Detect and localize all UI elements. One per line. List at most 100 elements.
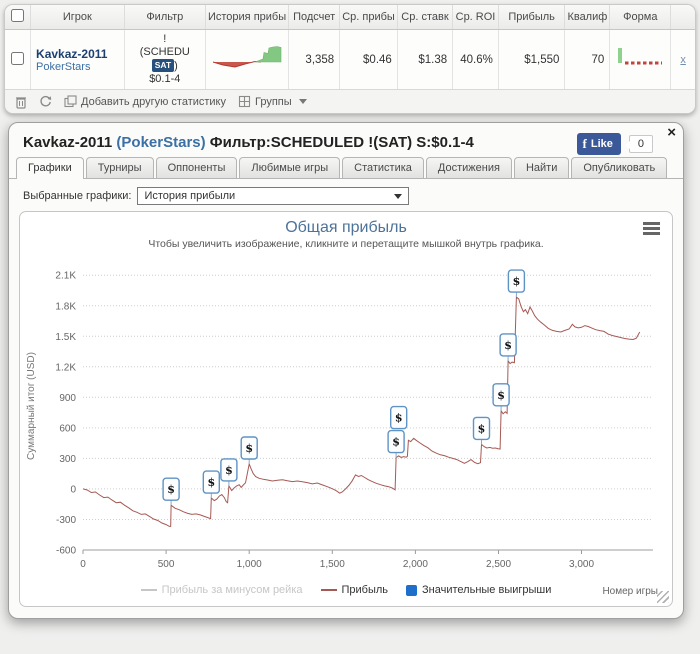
groups-caret-icon bbox=[299, 99, 307, 104]
player-name-link[interactable]: Kavkaz-2011 bbox=[36, 47, 119, 61]
svg-text:1.2K: 1.2K bbox=[55, 362, 76, 373]
tab-opponents[interactable]: Оппоненты bbox=[156, 157, 238, 178]
legend-item[interactable]: Прибыль bbox=[321, 584, 389, 596]
svg-text:1,500: 1,500 bbox=[320, 559, 345, 570]
table-header-row: Игрок Фильтр История прибы Подсчет Ср. п… bbox=[5, 5, 695, 30]
avg-roi-cell: 40.6% bbox=[453, 30, 499, 90]
svg-text:$: $ bbox=[167, 483, 175, 496]
add-statistic-icon bbox=[64, 95, 77, 108]
svg-text:$: $ bbox=[478, 422, 486, 435]
legend-square-swatch bbox=[406, 585, 417, 596]
svg-text:0: 0 bbox=[70, 484, 76, 495]
col-form[interactable]: Форма bbox=[610, 5, 671, 30]
svg-text:$: $ bbox=[504, 339, 512, 352]
col-avg-roi[interactable]: Ср. ROI bbox=[453, 5, 499, 30]
legend-item[interactable]: Значительные выигрыши bbox=[406, 584, 551, 596]
refresh-icon bbox=[39, 95, 52, 108]
svg-text:2,500: 2,500 bbox=[486, 559, 511, 570]
avg-stake-cell: $1.38 bbox=[397, 30, 452, 90]
header-select-all-cell bbox=[5, 5, 31, 30]
results-table-panel: Игрок Фильтр История прибы Подсчет Ср. п… bbox=[4, 4, 696, 114]
remove-row-link[interactable]: х bbox=[676, 54, 690, 66]
row-checkbox[interactable] bbox=[11, 52, 24, 65]
graph-select-value: История прибыли bbox=[144, 190, 235, 202]
player-details-popup: × Kavkaz-2011 (PokerStars) Фильтр:SCHEDU… bbox=[8, 122, 684, 619]
table-toolbar: Добавить другую статистику Группы bbox=[5, 89, 695, 113]
tab-find[interactable]: Найти bbox=[514, 157, 569, 178]
tab-tournaments[interactable]: Турниры bbox=[86, 157, 154, 178]
row-select-cell bbox=[5, 30, 31, 90]
filter-line-1: ! bbox=[130, 33, 200, 46]
chart-title: Общая прибыль bbox=[20, 212, 672, 237]
resize-grip[interactable] bbox=[657, 591, 669, 603]
svg-text:$: $ bbox=[392, 436, 400, 449]
svg-text:500: 500 bbox=[158, 559, 175, 570]
player-cell: Kavkaz-2011 PokerStars bbox=[31, 30, 125, 90]
col-player[interactable]: Игрок bbox=[31, 5, 125, 30]
svg-text:$: $ bbox=[497, 389, 505, 402]
legend-label: Прибыль за минусом рейка bbox=[162, 584, 303, 596]
groups-button[interactable]: Группы bbox=[238, 95, 307, 108]
svg-text:$: $ bbox=[225, 464, 233, 477]
col-avg-profit[interactable]: Ср. прибы bbox=[340, 5, 398, 30]
legend-line-swatch bbox=[321, 589, 337, 591]
svg-text:1.5K: 1.5K bbox=[55, 332, 76, 343]
groups-icon bbox=[238, 95, 251, 108]
col-filter[interactable]: Фильтр bbox=[124, 5, 205, 30]
filter-line-2: (SCHEDUSAT) bbox=[130, 46, 200, 73]
col-avg-stake[interactable]: Ср. ставк bbox=[397, 5, 452, 30]
popup-close-button[interactable]: × bbox=[667, 125, 676, 141]
tab-statistics[interactable]: Статистика bbox=[342, 157, 424, 178]
popup-title-filter: Фильтр:SCHEDULED !(SAT) S:$0.1-4 bbox=[206, 134, 474, 151]
svg-text:$: $ bbox=[207, 476, 215, 489]
filter-cell: ! (SCHEDUSAT) $0.1-4 bbox=[124, 30, 205, 90]
tab-graphs[interactable]: Графики bbox=[16, 157, 84, 179]
player-site-link[interactable]: PokerStars bbox=[36, 61, 119, 73]
graph-select-dropdown[interactable]: История прибыли bbox=[137, 187, 409, 205]
select-all-checkbox[interactable] bbox=[11, 9, 24, 22]
svg-text:$: $ bbox=[395, 412, 403, 425]
svg-text:-600: -600 bbox=[56, 546, 76, 557]
tab-achievements[interactable]: Достижения bbox=[426, 157, 512, 178]
qualify-cell: 70 bbox=[565, 30, 610, 90]
svg-text:600: 600 bbox=[59, 423, 76, 434]
filter-line-3: $0.1-4 bbox=[130, 73, 200, 86]
svg-text:300: 300 bbox=[59, 454, 76, 465]
svg-text:$: $ bbox=[245, 442, 253, 455]
svg-text:900: 900 bbox=[59, 393, 76, 404]
row-actions-cell: х bbox=[671, 30, 695, 90]
facebook-icon: f bbox=[583, 136, 587, 152]
refresh-button[interactable] bbox=[39, 95, 52, 108]
chart-xaxis-title: Номер игры bbox=[602, 586, 658, 597]
profit-chart-panel: Общая прибыль Чтобы увеличить изображени… bbox=[19, 211, 673, 607]
table-row: Kavkaz-2011 PokerStars ! (SCHEDUSAT) $0.… bbox=[5, 30, 695, 90]
form-cell bbox=[610, 30, 671, 90]
svg-text:2.1K: 2.1K bbox=[55, 271, 76, 282]
sat-badge: SAT bbox=[152, 59, 174, 72]
popup-title-site: (PokerStars) bbox=[116, 134, 205, 151]
graph-select-label: Выбранные графики: bbox=[23, 190, 131, 202]
col-count[interactable]: Подсчет bbox=[289, 5, 340, 30]
col-profit[interactable]: Прибыль bbox=[498, 5, 565, 30]
tab-favorite-games[interactable]: Любимые игры bbox=[239, 157, 340, 178]
add-statistic-button[interactable]: Добавить другую статистику bbox=[64, 95, 226, 108]
col-profit-history[interactable]: История прибы bbox=[205, 5, 288, 30]
col-actions bbox=[671, 5, 695, 30]
facebook-like-button[interactable]: f Like bbox=[577, 133, 621, 155]
chart-subtitle: Чтобы увеличить изображение, кликните и … bbox=[20, 238, 672, 250]
facebook-like-label: Like bbox=[591, 138, 613, 150]
profit-chart-plot[interactable]: -600-30003006009001.2K1.5K1.8K2.1K05001,… bbox=[21, 252, 671, 582]
count-cell: 3,358 bbox=[289, 30, 340, 90]
trash-icon bbox=[15, 95, 27, 109]
legend-item[interactable]: Прибыль за минусом рейка bbox=[141, 584, 303, 596]
legend-label: Прибыль bbox=[342, 584, 389, 596]
delete-button[interactable] bbox=[15, 95, 27, 109]
svg-text:-300: -300 bbox=[56, 515, 76, 526]
graph-select-row: Выбранные графики: История прибыли bbox=[23, 187, 683, 205]
col-qualify[interactable]: Квалиф bbox=[565, 5, 610, 30]
profit-history-cell[interactable] bbox=[205, 30, 288, 90]
chart-menu-button[interactable] bbox=[643, 222, 660, 238]
avg-profit-cell: $0.46 bbox=[340, 30, 398, 90]
tab-publish[interactable]: Опубликовать bbox=[571, 157, 667, 178]
svg-text:Суммарный итог (USD): Суммарный итог (USD) bbox=[26, 352, 37, 460]
